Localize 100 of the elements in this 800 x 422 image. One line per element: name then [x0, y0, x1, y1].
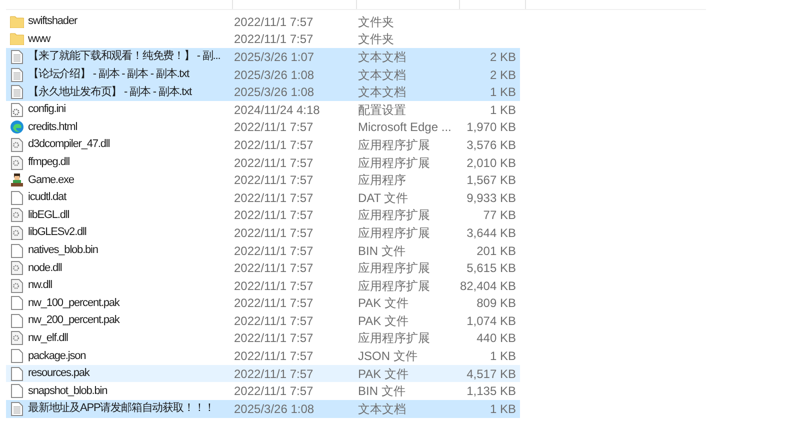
- file-size: 77 KB: [483, 209, 516, 222]
- file-type: 应用程序扩展: [358, 226, 431, 239]
- file-name: config.ini: [28, 104, 66, 116]
- file-type: PAK 文件: [358, 314, 410, 327]
- file-name: nw_elf.dll: [28, 332, 68, 344]
- modified-date: 2022/11/1 7:57: [234, 121, 314, 134]
- file-size: 2 KB: [490, 68, 516, 81]
- file-size: 1,567 KB: [466, 174, 516, 186]
- file-type: 文件夹: [358, 33, 395, 46]
- file-size: 9,933 KB: [466, 192, 516, 204]
- modified-date: 2022/11/1 7:57: [234, 280, 314, 292]
- file-size: 82,404 KB: [460, 280, 516, 292]
- modified-date: 2022/11/1 7:57: [234, 174, 314, 186]
- file-type: 应用程序扩展: [358, 332, 431, 344]
- file-size: 1 KB: [490, 402, 516, 415]
- file-size: 440 KB: [476, 332, 516, 344]
- modified-date: 2025/3/26 1:08: [234, 68, 316, 81]
- file-type: 文本文档: [358, 50, 407, 63]
- modified-date: 2022/11/1 7:57: [234, 350, 314, 362]
- file-row[interactable]: 【永久地址发布页】 - 副本 - 副本.txt 2025/3/26 1:08 文本文档 1 KB: [6, 83, 520, 101]
- file-size: 5,615 KB: [466, 262, 516, 274]
- file-type: 文本文档: [358, 68, 407, 81]
- modified-date: 2024/11/24 4:18: [234, 104, 321, 116]
- game-character-icon: [10, 173, 24, 188]
- gear-file-icon: [11, 226, 23, 240]
- file-name: libGLESv2.dll: [28, 227, 86, 238]
- text-document-icon: [11, 50, 23, 64]
- file-type: BIN 文件: [358, 385, 406, 398]
- browser-logo-icon: [10, 120, 24, 134]
- file-type: 应用程序扩展: [358, 138, 431, 151]
- text-document-icon: [11, 85, 23, 100]
- modified-date: 2022/11/1 7:57: [234, 297, 314, 310]
- blank-file-icon: [11, 296, 23, 310]
- file-name: ffmpeg.dll: [28, 157, 70, 168]
- modified-date: 2022/11/1 7:57: [234, 332, 314, 344]
- file-name: resources.pak: [28, 368, 90, 380]
- file-name: 【永久地址发布页】 - 副本 - 副本.txt: [28, 86, 192, 98]
- file-type: 应用程序扩展: [358, 156, 431, 169]
- file-name: swiftshader: [28, 16, 78, 28]
- modified-date: 2022/11/1 7:57: [234, 385, 314, 398]
- file-size: 1,074 KB: [466, 314, 516, 327]
- file-size: 4,517 KB: [466, 368, 516, 380]
- file-row[interactable]: 【来了就能下载和观看！纯免费！】 - 副... 2025/3/26 1:07 文本文档 2 KB: [6, 48, 520, 66]
- file-size: 1 KB: [490, 104, 516, 116]
- file-size: 809 KB: [476, 297, 516, 310]
- modified-date: 2025/3/26 1:07: [234, 50, 316, 63]
- file-row[interactable]: resources.pak 2022/11/1 7:57 PAK 文件 4,517 KB: [6, 364, 520, 382]
- modified-date: 2025/3/26 1:08: [234, 86, 316, 98]
- file-type: 配置设置: [358, 104, 407, 116]
- blank-file-icon: [11, 349, 23, 364]
- file-name: www: [28, 34, 50, 45]
- gear-file-icon: [11, 278, 23, 293]
- text-document-icon: [11, 402, 23, 416]
- file-type: Microsoft Edge ...: [358, 121, 452, 134]
- modified-date: 2022/11/1 7:57: [234, 138, 314, 151]
- modified-date: 2025/3/26 1:08: [234, 402, 316, 415]
- gear-file-icon: [11, 208, 23, 222]
- file-type: 文本文档: [358, 402, 407, 415]
- modified-date: 2022/11/1 7:57: [234, 33, 314, 46]
- file-type: PAK 文件: [358, 368, 410, 380]
- file-name: snapshot_blob.bin: [28, 386, 108, 397]
- file-name: nw_200_percent.pak: [28, 315, 120, 326]
- gear-file-icon: [11, 331, 23, 346]
- blank-file-icon: [11, 244, 23, 258]
- blank-file-icon: [11, 384, 23, 398]
- file-row[interactable]: 最新地址及APP请发邮箱自动获取！！！ 2025/3/26 1:08 文本文档 1 KB: [6, 400, 520, 418]
- file-type: BIN 文件: [358, 244, 406, 257]
- gear-file-icon: [11, 138, 23, 152]
- file-size: 1 KB: [490, 86, 516, 98]
- gear-file-icon: [11, 261, 23, 276]
- file-name: d3dcompiler_47.dll: [28, 139, 110, 150]
- modified-date: 2022/11/1 7:57: [234, 262, 314, 274]
- file-type: 应用程序: [358, 174, 407, 186]
- file-name: natives_blob.bin: [28, 245, 98, 256]
- file-size: 201 KB: [476, 244, 516, 257]
- file-size: 3,644 KB: [466, 226, 516, 239]
- file-type: 文本文档: [358, 86, 407, 98]
- file-type: JSON 文件: [358, 350, 418, 362]
- blank-file-icon: [11, 190, 23, 205]
- settings-file-icon: [11, 102, 23, 117]
- file-size: 3,576 KB: [466, 138, 516, 151]
- file-size: 1 KB: [490, 350, 516, 362]
- file-size: 2 KB: [490, 50, 516, 63]
- file-row[interactable]: 【论坛介绍】 - 副本 - 副本 - 副本.txt 2025/3/26 1:08 文本文档 2 KB: [6, 66, 520, 84]
- file-size: 1,135 KB: [466, 385, 516, 398]
- text-document-icon: [11, 68, 23, 82]
- file-name: nw_100_percent.pak: [28, 298, 120, 309]
- file-size: 1,970 KB: [466, 121, 516, 134]
- file-name: 【来了就能下载和观看！纯免费！】 - 副...: [28, 51, 220, 62]
- file-name: icudtl.dat: [28, 192, 66, 204]
- file-name: Game.exe: [28, 174, 74, 186]
- file-type: 文件夹: [358, 16, 395, 28]
- modified-date: 2022/11/1 7:57: [234, 156, 314, 169]
- folder-icon: [10, 16, 24, 28]
- modified-date: 2022/11/1 7:57: [234, 368, 314, 380]
- file-name: nw.dll: [28, 280, 52, 292]
- modified-date: 2022/11/1 7:57: [234, 226, 314, 239]
- modified-date: 2022/11/1 7:57: [234, 209, 314, 222]
- modified-date: 2022/11/1 7:57: [234, 314, 314, 327]
- file-type: 应用程序扩展: [358, 280, 431, 292]
